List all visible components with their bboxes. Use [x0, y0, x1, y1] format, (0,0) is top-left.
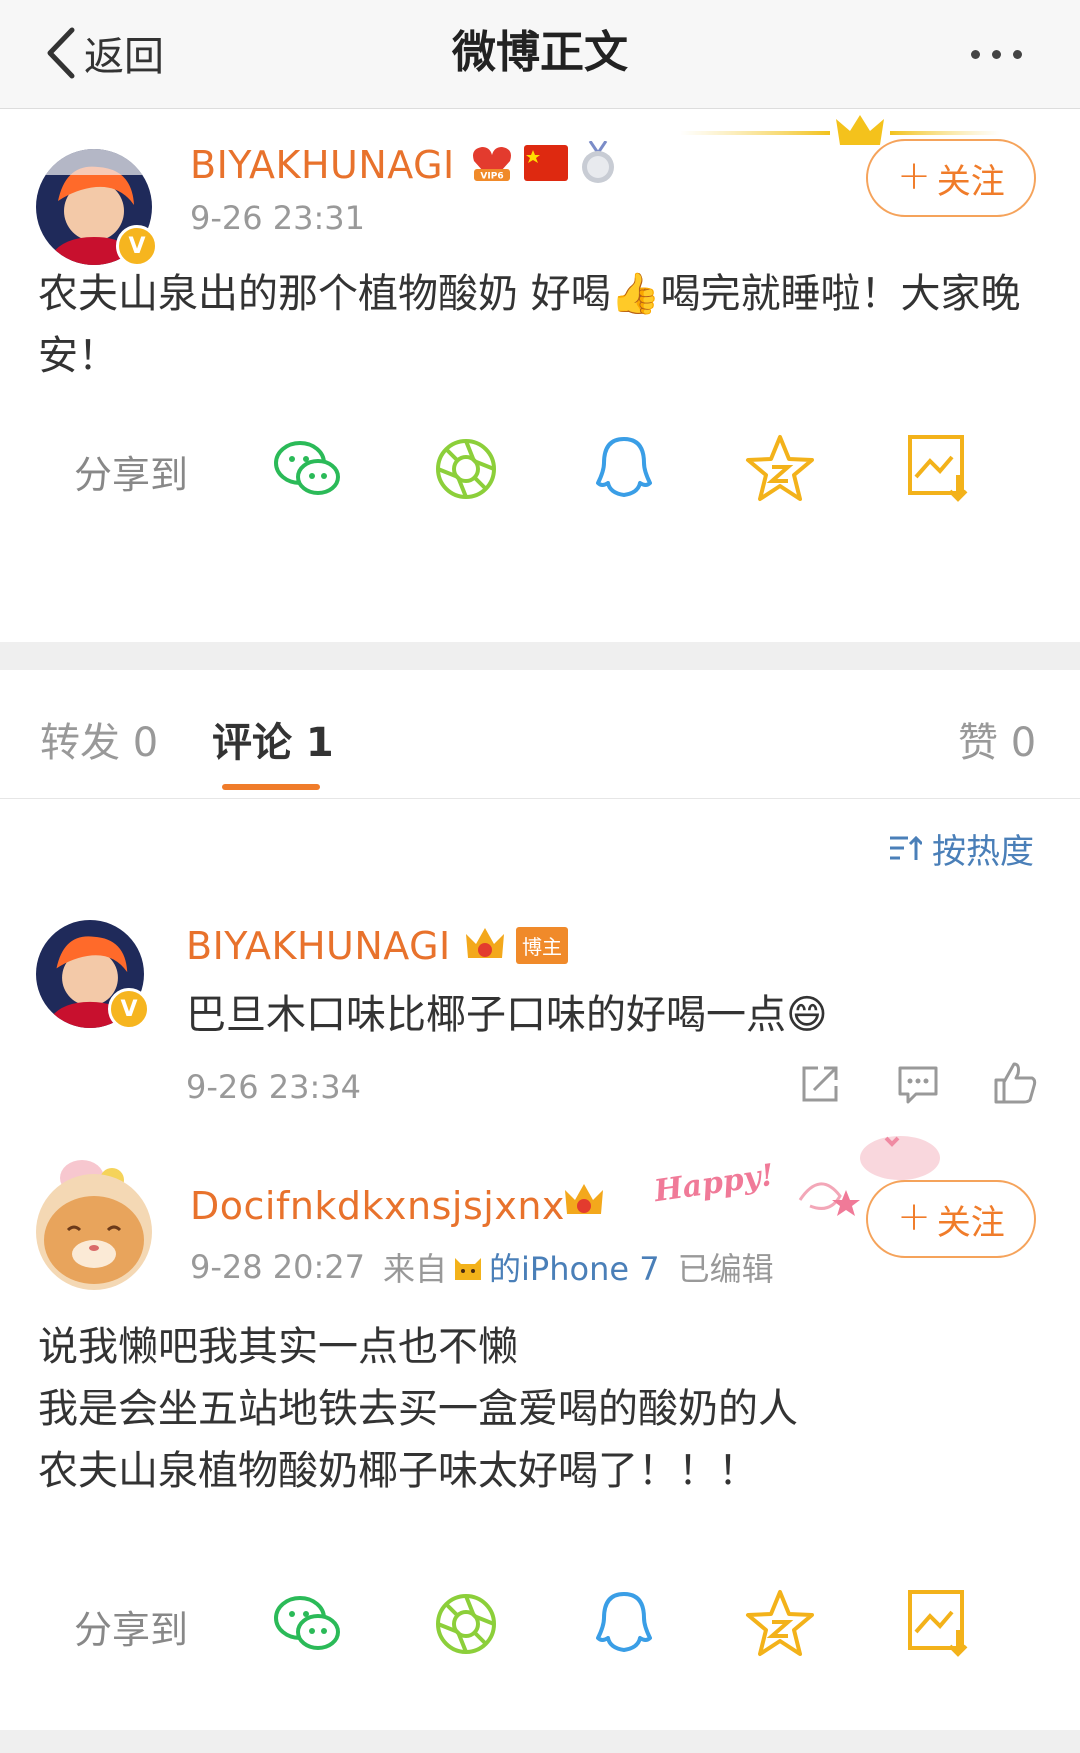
follow-button[interactable]: + 关注	[866, 139, 1036, 217]
source-device[interactable]: 的iPhone 7	[489, 1244, 660, 1290]
post2-avatar[interactable]	[36, 1174, 152, 1290]
qq-icon[interactable]	[586, 1586, 662, 1662]
post2-timestamp: 9-28 20:27	[190, 1248, 366, 1286]
medal-icon	[582, 141, 614, 183]
post2-source: 来自 的iPhone 7	[383, 1244, 660, 1290]
comment-username[interactable]: BIYAKHUNAGI	[186, 924, 451, 968]
post-card: V BIYAKHUNAGI VIP6 9-26 23:31 + 关注 农夫山泉出的…	[0, 109, 1080, 642]
comment-avatar[interactable]: V	[36, 920, 150, 1030]
post-timestamp: 9-26 23:31	[190, 199, 366, 237]
comment-text: 巴旦木口味比椰子口味的好喝一点😄	[186, 992, 828, 1038]
tab-comment[interactable]: 评论 1	[212, 710, 334, 768]
tab-repost[interactable]: 转发 0	[40, 710, 158, 768]
comment-timestamp: 9-26 23:34	[186, 1068, 362, 1106]
tab-active-indicator	[222, 784, 320, 790]
tab-like[interactable]: 赞 0	[958, 710, 1036, 768]
post2-text: 说我懒吧我其实一点也不懒 我是会坐五站地铁去买一盒爱喝的酸奶的人 农夫山泉植物酸…	[38, 1316, 1038, 1502]
post2-meta: 9-28 20:27 来自 的iPhone 7 已编辑	[190, 1244, 774, 1290]
plus-icon: +	[897, 1194, 931, 1240]
dot-icon	[1012, 49, 1022, 59]
save-image-icon[interactable]	[902, 431, 978, 507]
follow-label: 关注	[936, 1202, 1005, 1243]
post-card: Docifnkdkxnsjsjxnx Happy! 9-28 20:27 来自 …	[0, 1130, 1080, 1730]
reply-icon[interactable]	[896, 1064, 940, 1106]
comment-item: V BIYAKHUNAGI 博主 巴旦木口味比椰子口味的好喝一点😄 9-26 2…	[0, 900, 1080, 1130]
dot-icon	[970, 49, 980, 59]
sort-button[interactable]: 按热度	[888, 824, 1034, 873]
post-text: 农夫山泉出的那个植物酸奶 好喝👍喝完就睡啦！大家晚安！	[38, 271, 1021, 379]
post2-line: 说我懒吧我其实一点也不懒	[38, 1324, 518, 1370]
save-image-icon[interactable]	[902, 1586, 978, 1662]
post2-line: 农夫山泉植物酸奶椰子味太好喝了！！！	[38, 1448, 758, 1494]
wechat-icon[interactable]	[270, 431, 346, 507]
share-bar: 分享到	[74, 431, 974, 511]
repost-icon[interactable]	[798, 1062, 842, 1106]
crown-badge-icon	[466, 928, 504, 958]
page-title: 微博正文	[452, 27, 628, 78]
source-prefix: 来自	[383, 1250, 448, 1288]
dot-icon	[991, 49, 1001, 59]
moments-icon[interactable]	[428, 1586, 504, 1662]
tab-bar: 转发 0 评论 1 赞 0	[0, 670, 1080, 799]
avatar[interactable]: V	[36, 149, 158, 267]
share-label: 分享到	[74, 452, 189, 497]
china-flag-icon	[524, 145, 568, 181]
wechat-icon[interactable]	[270, 1586, 346, 1662]
comment-badges: 博主	[464, 924, 568, 966]
verified-badge-icon: V	[108, 988, 150, 1030]
post2-line: 我是会坐五站地铁去买一盒爱喝的酸奶的人	[38, 1386, 798, 1432]
vip-badge-label: VIP6	[480, 172, 503, 182]
plus-icon: +	[897, 153, 931, 199]
favorite-star-icon[interactable]	[742, 431, 818, 507]
post-username[interactable]: BIYAKHUNAGI	[190, 143, 455, 187]
vip-heart-badge-icon: VIP6	[473, 147, 511, 182]
edited-label: 已编辑	[677, 1250, 774, 1288]
like-icon[interactable]	[992, 1060, 1038, 1106]
share-bar: 分享到	[74, 1586, 974, 1666]
verified-badge-icon: V	[116, 225, 158, 267]
section-divider	[0, 1730, 1080, 1753]
more-options-button[interactable]	[946, 24, 1046, 84]
navigation-bar: 返回 微博正文	[0, 0, 1080, 109]
qq-icon[interactable]	[586, 431, 662, 507]
sort-label: 按热度	[932, 832, 1034, 872]
favorite-star-icon[interactable]	[742, 1586, 818, 1662]
crown-badge-icon	[565, 1184, 603, 1214]
section-divider	[0, 642, 1080, 670]
cat-emoji-icon	[455, 1258, 482, 1280]
moments-icon[interactable]	[428, 431, 504, 507]
owner-badge: 博主	[516, 926, 568, 964]
follow-label: 关注	[936, 161, 1005, 202]
post2-username[interactable]: Docifnkdkxnsjsjxnx	[190, 1184, 565, 1228]
user-badges: VIP6	[470, 141, 618, 185]
share-label: 分享到	[74, 1607, 189, 1652]
sort-icon	[890, 835, 922, 860]
follow-button[interactable]: + 关注	[866, 1180, 1036, 1258]
